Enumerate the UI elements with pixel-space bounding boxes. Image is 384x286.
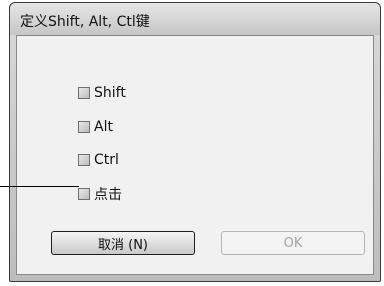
shift-checkbox[interactable]: Shift (78, 83, 126, 103)
cancel-button[interactable]: 取消 (N) (51, 231, 195, 255)
checkbox-box[interactable] (78, 121, 90, 133)
checkbox-box[interactable] (78, 154, 90, 166)
alt-checkbox-label: Alt (94, 119, 113, 135)
checkbox-box[interactable] (78, 87, 90, 99)
ctrl-checkbox[interactable]: Ctrl (78, 150, 119, 170)
checkbox-box[interactable] (78, 188, 90, 200)
ok-button[interactable]: OK (221, 231, 365, 255)
callout-line (0, 186, 79, 187)
define-modifier-keys-dialog: 定义Shift, Alt, Ctl键 Shift Alt Ctrl 点击 取消 … (9, 2, 381, 282)
ctrl-checkbox-label: Ctrl (94, 152, 119, 168)
dialog-titlebar[interactable]: 定义Shift, Alt, Ctl键 (10, 3, 380, 35)
screenshot-stage: 定义Shift, Alt, Ctl键 Shift Alt Ctrl 点击 取消 … (0, 0, 384, 286)
alt-checkbox[interactable]: Alt (78, 117, 113, 137)
shift-checkbox-label: Shift (94, 85, 126, 101)
dialog-title: 定义Shift, Alt, Ctl键 (20, 14, 150, 30)
click-checkbox-label: 点击 (94, 187, 122, 203)
click-checkbox[interactable]: 点击 (78, 184, 122, 204)
dialog-content: Shift Alt Ctrl 点击 取消 (N) OK (16, 35, 374, 275)
